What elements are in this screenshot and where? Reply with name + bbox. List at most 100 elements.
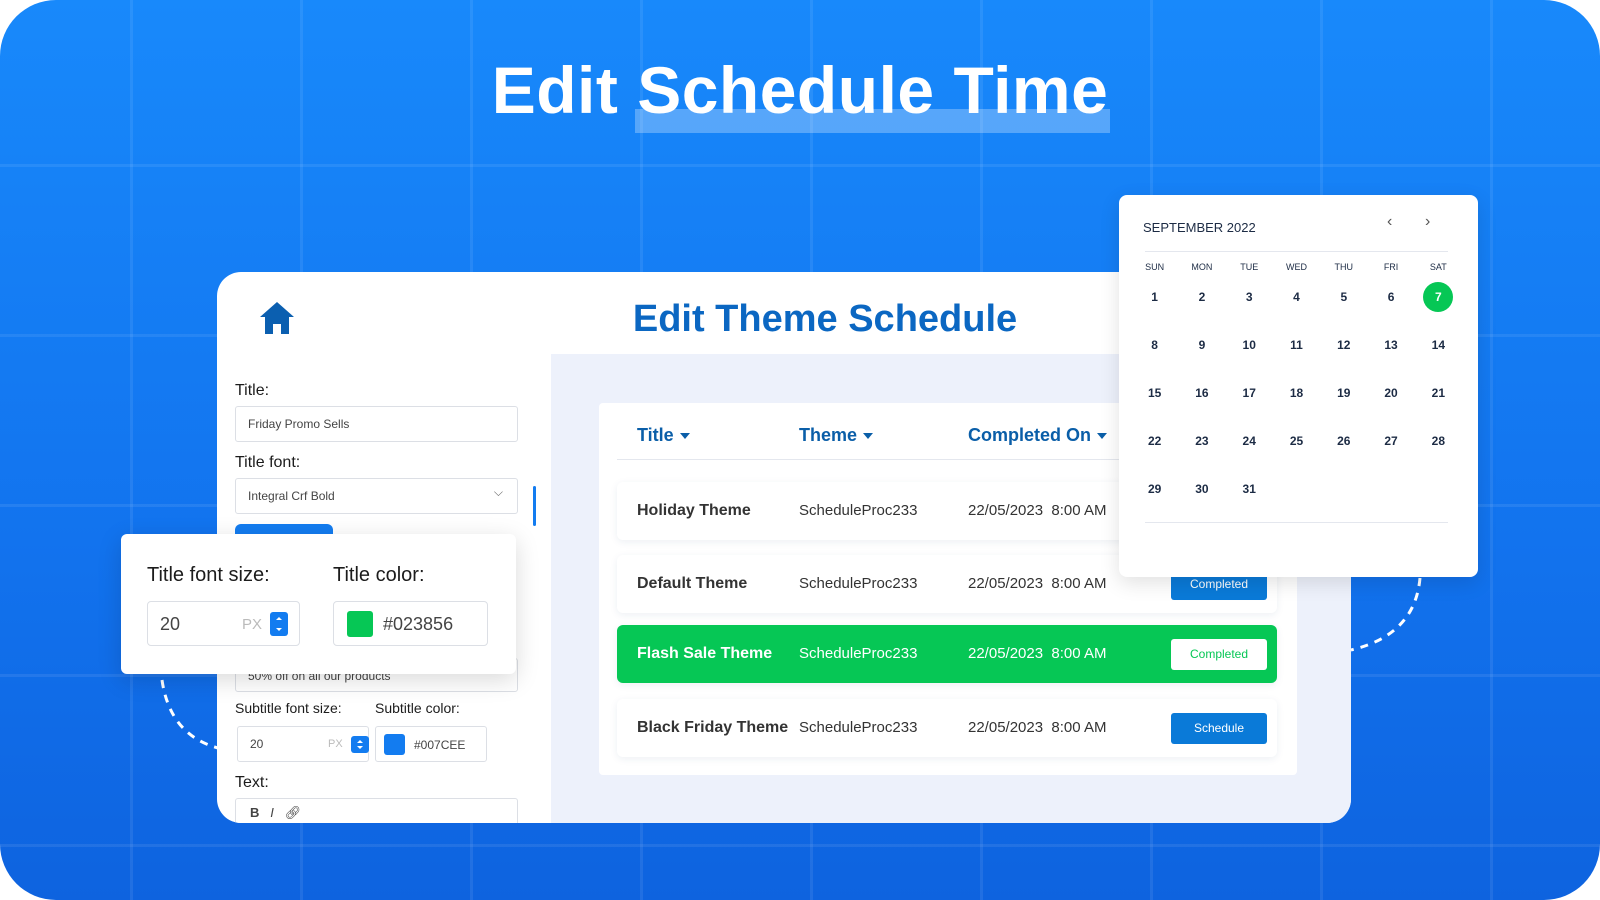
calendar-day[interactable]: 23 [1178,426,1225,474]
row-completed-on: 22/05/2023 8:00 AM [968,502,1106,519]
title-color-input[interactable]: #023856 [333,601,488,646]
row-time: 8:00 AM [1051,502,1107,519]
status-button[interactable]: Completed [1171,639,1267,670]
calendar-day[interactable]: 4 [1273,282,1320,330]
row-date: 22/05/2023 [968,645,1044,662]
title-style-popup: Title font size: Title color: 20 PX #0238… [121,534,516,674]
row-date: 22/05/2023 [968,502,1044,519]
title-size-input[interactable]: 20 PX [147,601,300,646]
subtitle-size-input[interactable]: 20 PX [237,726,369,762]
row-title: Black Friday Theme [637,719,789,736]
calendar-day[interactable]: 25 [1273,426,1320,474]
calendar-day[interactable]: 22 [1131,426,1178,474]
card-title: Edit Theme Schedule [632,298,1018,340]
header-label: Theme [799,425,858,445]
column-header-title[interactable]: Title [637,425,690,446]
stepper-icon[interactable] [270,612,288,636]
calendar-day[interactable]: 15 [1131,378,1178,426]
header-label: Title [637,425,674,445]
calendar-day[interactable]: 21 [1415,378,1462,426]
weekday-label: WED [1285,262,1307,272]
weekday-label: FRI [1383,262,1399,272]
sort-caret-icon [679,433,690,440]
calendar-day[interactable]: 2 [1178,282,1225,330]
color-swatch [384,734,405,755]
row-completed-on: 22/05/2023 8:00 AM [968,719,1106,736]
weekday-label: TUE [1240,262,1259,272]
title-font-select[interactable]: Integral Crf Bold ⌵ [235,478,518,514]
column-header-completed-on[interactable]: Completed On [968,425,1108,446]
row-title: Holiday Theme [637,502,751,519]
calendar-day[interactable]: 31 [1226,474,1273,522]
hero-title-highlighted-text: Schedule Time [637,53,1109,127]
row-time: 8:00 AM [1051,575,1107,592]
next-month-chevron-icon[interactable]: › [1425,213,1430,231]
calendar-day[interactable]: 6 [1367,282,1414,330]
calendar-day[interactable]: 1 [1131,282,1178,330]
calendar-day[interactable]: 20 [1367,378,1414,426]
calendar-day[interactable]: 8 [1131,330,1178,378]
subtitle-color-input[interactable]: #007CEE [375,726,487,762]
bold-button[interactable]: B [250,805,259,820]
stepper-icon[interactable] [351,736,369,753]
row-completed-on: 22/05/2023 8:00 AM [968,575,1106,592]
sort-caret-icon [863,433,874,440]
title-color-value: #023856 [383,614,454,634]
text-label: Text: [235,774,269,791]
banner: Edit Schedule Time Title Theme Completed… [0,0,1600,900]
weekday-label: SAT [1429,262,1447,272]
calendar-day[interactable]: 30 [1178,474,1225,522]
unit-label: PX [242,616,263,633]
status-button[interactable]: Schedule [1171,713,1267,744]
calendar-day[interactable]: 12 [1320,330,1367,378]
calendar-day[interactable]: 28 [1415,426,1462,474]
calendar-day[interactable]: 11 [1273,330,1320,378]
title-color-label: Title color: [333,564,425,586]
column-header-theme[interactable]: Theme [799,425,874,446]
calendar-day[interactable]: 16 [1178,378,1225,426]
row-date: 22/05/2023 [968,719,1044,736]
calendar-day[interactable]: 18 [1273,378,1320,426]
unit-label: PX [328,738,343,750]
subtitle-color-label: Subtitle color: [375,700,460,716]
sort-caret-icon [1097,433,1108,440]
hero-title-highlight: Schedule Time [637,53,1108,127]
table-row[interactable]: Flash Sale Theme ScheduleProc233 22/05/2… [617,625,1277,683]
italic-button[interactable]: I [270,805,274,820]
chevron-down-icon: ⌵ [493,485,503,499]
calendar-day[interactable]: 24 [1226,426,1273,474]
calendar-day[interactable]: 19 [1320,378,1367,426]
weekday-label: SUN [1145,262,1165,272]
form-scrollbar[interactable] [533,486,536,526]
color-swatch [347,611,373,637]
title-font-label: Title font: [235,454,301,471]
title-font-value: Integral Crf Bold [248,489,335,503]
row-time: 8:00 AM [1051,645,1107,662]
calendar-day[interactable]: 17 [1226,378,1273,426]
calendar-day[interactable]: 27 [1367,426,1414,474]
calendar-grid: SUN MON TUE WED THU FRI SAT 1 2 3 4 5 6 7 8 9 10 11 12 13 14… [1131,262,1462,522]
calendar-day[interactable]: 3 [1226,282,1273,330]
subtitle-color-value: #007CEE [414,738,466,752]
title-size-label: Title font size: [147,564,270,586]
calendar-day-selected[interactable]: 7 [1415,282,1462,330]
calendar-day[interactable]: 9 [1178,330,1225,378]
home-icon[interactable] [258,300,296,336]
calendar-day[interactable]: 29 [1131,474,1178,522]
calendar-day[interactable]: 26 [1320,426,1367,474]
row-date: 22/05/2023 [968,575,1044,592]
weekday-label: MON [1191,262,1213,272]
calendar-day[interactable]: 14 [1415,330,1462,378]
link-icon[interactable]: 🔗︎ [285,805,302,820]
subtitle-size-label: Subtitle font size: [235,700,342,716]
hero-title-word: Edit [491,53,619,127]
prev-month-chevron-icon[interactable]: ‹ [1387,213,1392,231]
date-picker: SEPTEMBER 2022 ‹ › SUN MON TUE WED THU FRI SAT… [1119,195,1478,577]
calendar-day[interactable]: 13 [1367,330,1414,378]
table-row[interactable]: Black Friday Theme ScheduleProc233 22/05… [617,699,1277,757]
title-input[interactable]: Friday Promo Sells [235,406,518,442]
calendar-day[interactable]: 5 [1320,282,1367,330]
row-completed-on: 22/05/2023 8:00 AM [968,645,1106,662]
calendar-divider [1145,251,1448,252]
calendar-day[interactable]: 10 [1226,330,1273,378]
